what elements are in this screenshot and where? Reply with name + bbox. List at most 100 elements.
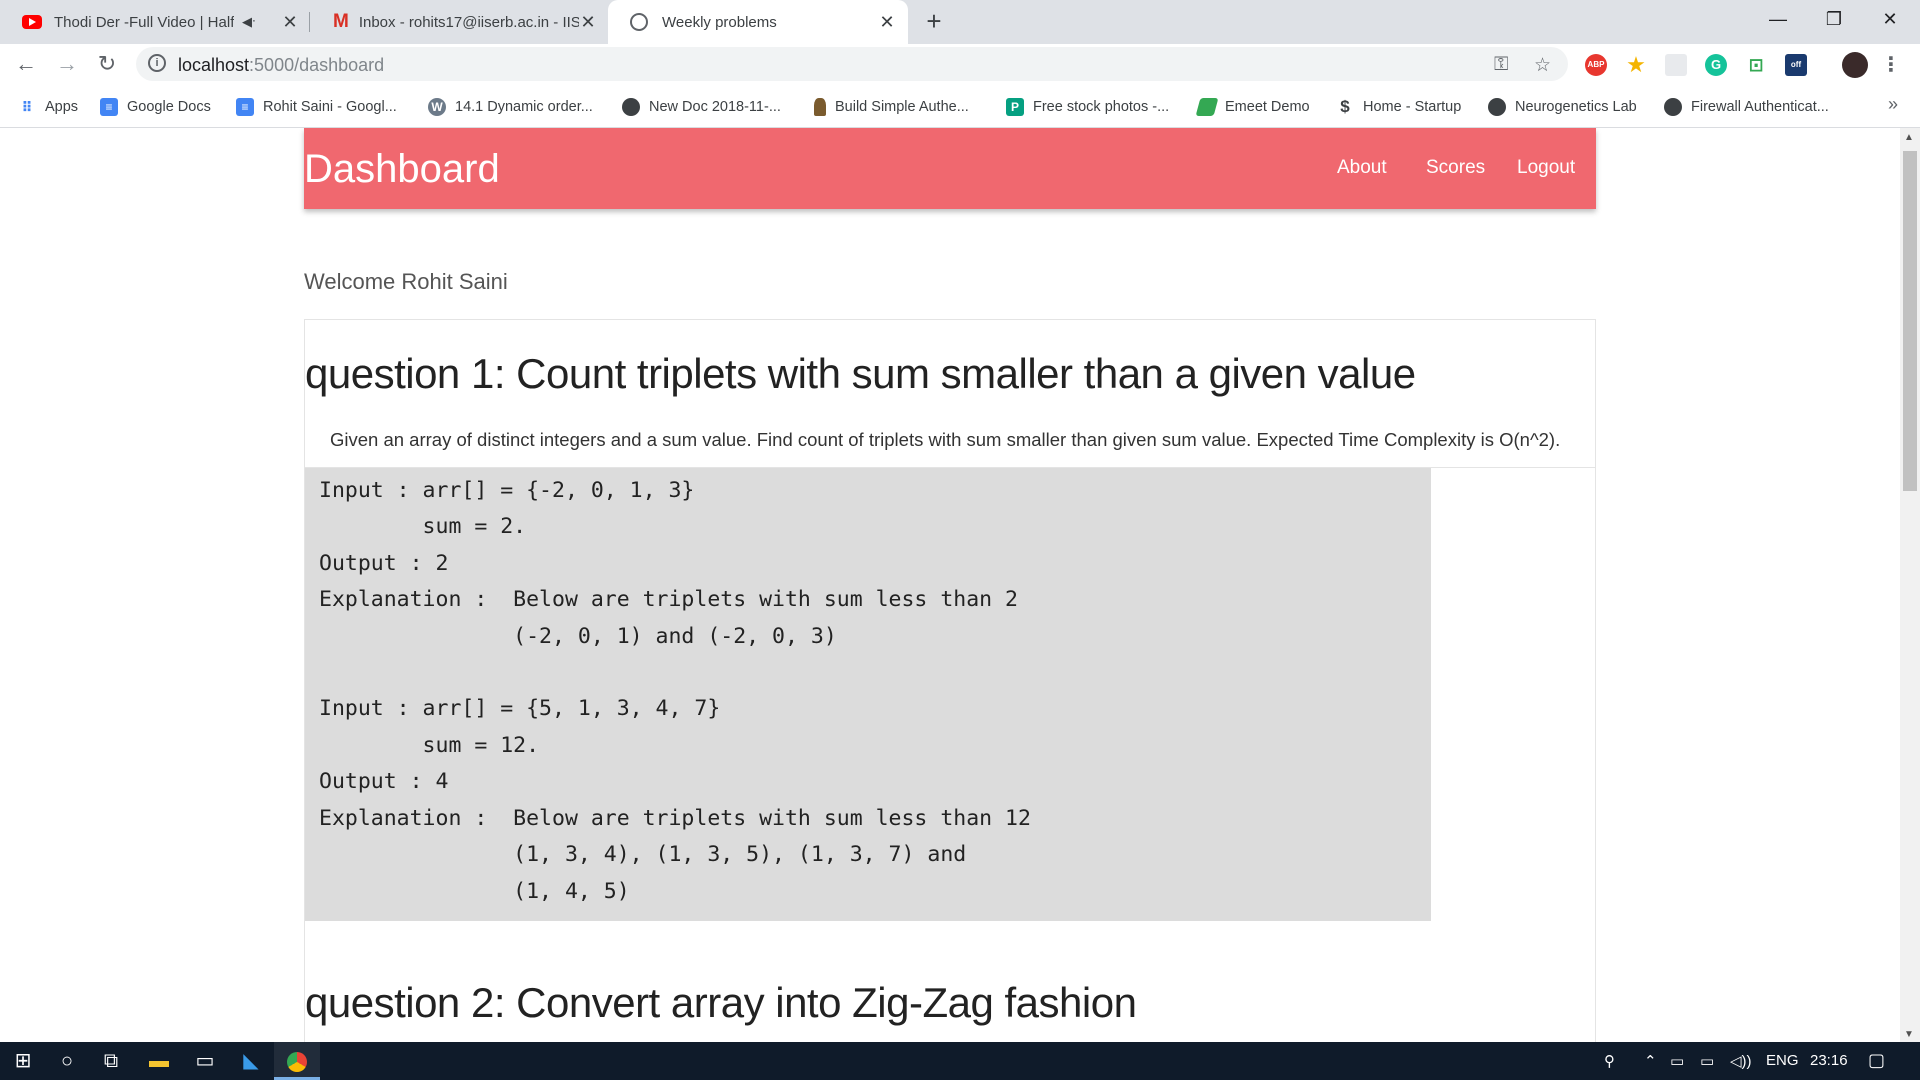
minimize-button[interactable]: — [1750,0,1806,40]
example-line: Input : arr[] = {5, 1, 3, 4, 7} [319,696,721,721]
bookmark-build-simple[interactable]: Build Simple Authe... [814,96,969,118]
restore-button[interactable]: ❐ [1806,0,1862,40]
youtube-icon [22,15,42,29]
bookmark-neurogenetics[interactable]: Neurogenetics Lab [1488,96,1637,118]
notifications-icon[interactable]: ▢ [1868,1050,1885,1071]
star-icon[interactable]: ☆ [1534,54,1551,77]
bookmark-label: Google Docs [127,99,211,115]
bookmark-home-startup[interactable]: $ Home - Startup [1336,96,1461,118]
globe-icon [1664,98,1682,116]
navbar: Dashboard About Scores Logout [304,128,1596,209]
close-window-button[interactable]: ✕ [1862,0,1918,40]
off-extension-icon[interactable]: off [1785,54,1807,76]
bookmark-new-doc[interactable]: New Doc 2018-11-... [622,96,781,118]
bookmark-rohit-saini[interactable]: ≡ Rohit Saini - Googl... [236,96,397,118]
dollar-icon: $ [1340,97,1350,116]
bookmark-label: Apps [45,99,79,115]
browser-tab-strip: Thodi Der -Full Video | Half G ◀ᐧ ✕ M In… [0,0,1920,44]
example-line: (-2, 0, 1) and (-2, 0, 3) [319,624,837,649]
info-icon[interactable]: i [148,54,166,72]
tab-title: Weekly problems [662,13,777,31]
tab-inbox[interactable]: M Inbox - rohits17@iiserb.ac.in - IIS [311,0,606,44]
menu-icon[interactable]: ⋮ [1880,54,1902,76]
question-2-title: question 2: Convert array into Zig-Zag f… [305,979,1137,1026]
new-tab-button[interactable]: + [920,8,948,36]
tab-title: Thodi Der -Full Video | Half G [54,13,234,31]
nav-logout-link[interactable]: Logout [1517,157,1575,179]
example-line: Explanation : Below are triplets with su… [319,806,1031,831]
adblock-icon[interactable]: ABP [1585,54,1607,76]
back-icon[interactable]: ← [12,50,40,78]
tv-icon[interactable]: ⊡ [1745,54,1767,76]
close-tab-icon[interactable]: ✕ [577,11,599,33]
globe-icon [1488,98,1506,116]
docs-icon: ≡ [100,98,118,116]
browser-toolbar: ← → ↻ i localhost:5000/dashboard ⚿ ☆ ABP… [0,44,1920,84]
bookmark-firewall[interactable]: Firewall Authenticat... [1664,96,1829,118]
globe-icon [622,98,640,116]
scroll-up-icon[interactable]: ▲ [1904,132,1914,143]
example-line: sum = 12. [319,733,540,758]
tab-weekly-problems[interactable]: Weekly problems [608,0,908,44]
windows-taskbar: ⊞ ○ ⧉ ▬ ▭ ◣ ⚲ ⌃ ▭ ▭ ◁)) ENG 23:16 ▢ [0,1042,1920,1080]
nav-scores-link[interactable]: Scores [1426,157,1485,179]
url-host: localhost [178,55,250,75]
brand-title[interactable]: Dashboard [304,147,500,192]
clock[interactable]: 23:16 [1810,1052,1848,1069]
vscode-icon[interactable]: ◣ [228,1042,274,1080]
bookmark-dynamic-order[interactable]: W 14.1 Dynamic order... [428,96,593,118]
bookmark-free-stock[interactable]: P Free stock photos -... [1006,96,1169,118]
globe-icon [630,13,648,31]
people-icon[interactable]: ⚲ [1604,1052,1615,1070]
bookmark-emeet-demo[interactable]: Emeet Demo [1195,96,1310,118]
close-tab-icon[interactable]: ✕ [876,11,898,33]
tab-youtube[interactable]: Thodi Der -Full Video | Half G ◀ᐧ [0,0,305,44]
bookmark-label: Build Simple Authe... [835,99,969,115]
scroll-thumb[interactable] [1903,151,1917,491]
bookmark-label: Rohit Saini - Googl... [263,99,397,115]
example-line: Output : 2 [319,551,449,576]
task-view-icon[interactable]: ⧉ [88,1042,134,1080]
search-icon[interactable]: ○ [44,1042,90,1080]
w-icon: W [428,98,446,116]
bookmark-label: Firewall Authenticat... [1691,99,1829,115]
photo-icon: P [1006,98,1024,116]
example-line: (1, 3, 4), (1, 3, 5), (1, 3, 7) and [319,842,967,867]
chrome-icon[interactable] [274,1042,320,1080]
profile-avatar[interactable] [1842,52,1868,78]
terminal-icon[interactable]: ▭ [182,1042,228,1080]
nav-about-link[interactable]: About [1337,157,1387,179]
example-line: Explanation : Below are triplets with su… [319,587,1018,612]
docs-icon: ≡ [236,98,254,116]
close-tab-icon[interactable]: ✕ [279,11,301,33]
bookmark-label: 14.1 Dynamic order... [455,99,593,115]
bookmark-apps[interactable]: ⠿ Apps [18,96,79,118]
address-bar[interactable]: i localhost:5000/dashboard ⚿ ☆ [136,47,1568,81]
windows-start-icon[interactable]: ⊞ [0,1042,46,1080]
network-icon[interactable]: ▭ [1670,1052,1684,1070]
example-line: (1, 4, 5) [319,879,630,904]
url-text[interactable]: localhost:5000/dashboard [178,55,384,76]
star-extension-icon[interactable]: ★ [1625,54,1647,76]
more-bookmarks-icon[interactable]: » [1888,94,1898,115]
volume-icon[interactable]: ◁)) [1730,1052,1752,1070]
scroll-down-icon[interactable]: ▼ [1904,1029,1914,1040]
show-hidden-icon[interactable]: ⌃ [1644,1052,1657,1070]
language-indicator[interactable]: ENG [1766,1052,1799,1069]
tab-separator [309,12,310,32]
apps-grid-icon: ⠿ [21,99,33,115]
bookmark-label: Free stock photos -... [1033,99,1170,115]
forward-icon[interactable]: → [53,50,81,78]
bookmark-label: Neurogenetics Lab [1515,99,1637,115]
example-line: Input : arr[] = {-2, 0, 1, 3} [319,478,695,503]
grammarly-icon[interactable]: G [1705,54,1727,76]
key-icon[interactable]: ⚿ [1494,54,1508,76]
example-line: Output : 4 [319,769,449,794]
page-scrollbar[interactable]: ▲ ▼ [1900,128,1920,1042]
battery-icon[interactable]: ▭ [1700,1052,1714,1070]
file-explorer-icon[interactable]: ▬ [136,1042,182,1080]
reload-icon[interactable]: ↻ [93,50,121,78]
question-1-example: Input : arr[] = {-2, 0, 1, 3} sum = 2. O… [305,468,1431,921]
bookmark-google-docs[interactable]: ≡ Google Docs [100,96,211,118]
extension-icon[interactable] [1665,54,1687,76]
